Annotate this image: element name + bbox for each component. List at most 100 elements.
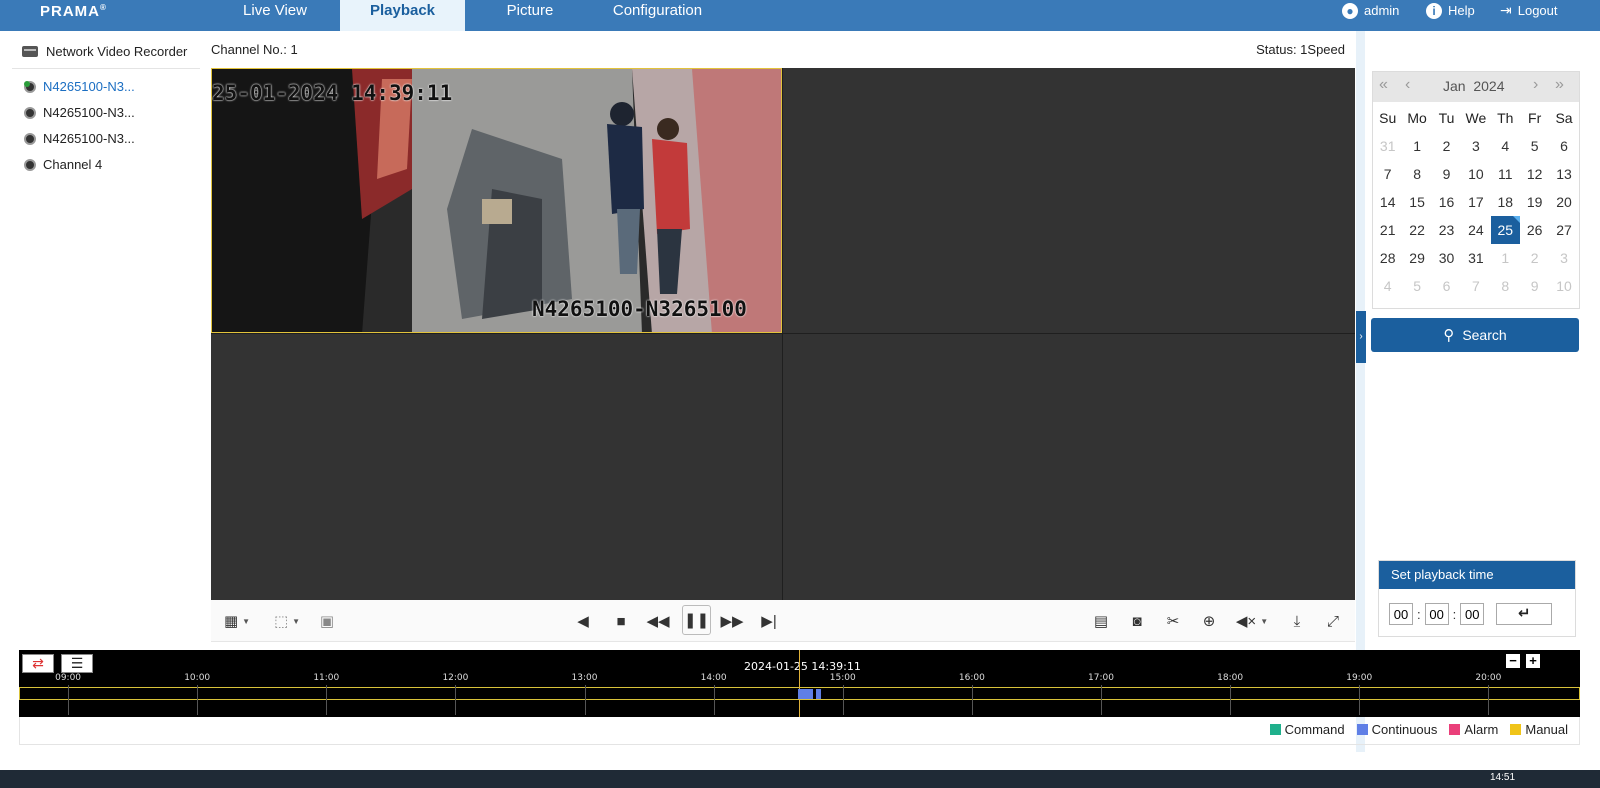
calendar-day[interactable]: 30	[1432, 244, 1461, 272]
calendar-day[interactable]: 14	[1373, 188, 1402, 216]
calendar-day[interactable]: 7	[1373, 160, 1402, 188]
slow-down-button[interactable]: ◀◀	[646, 610, 669, 632]
fullscreen-button[interactable]: ⤢	[1323, 610, 1343, 632]
recording-segment[interactable]	[815, 689, 821, 699]
tab-picture[interactable]: Picture	[480, 0, 580, 31]
timeline-tick-label: 14:00	[700, 673, 727, 683]
calendar-day[interactable]: 8	[1491, 272, 1520, 300]
single-frame-button[interactable]: ▶|	[759, 610, 779, 632]
speed-up-button[interactable]: ▶▶	[720, 610, 743, 632]
calendar-day[interactable]: 1	[1491, 244, 1520, 272]
calendar-day[interactable]: 22	[1402, 216, 1431, 244]
calendar-day[interactable]: 8	[1402, 160, 1431, 188]
help-link[interactable]: i Help	[1426, 0, 1475, 21]
calendar-day[interactable]: 1	[1402, 132, 1431, 160]
video-window-1[interactable]: 25-01-2024 14:39:11 N4265100-N3265100	[211, 68, 782, 333]
calendar-day[interactable]: 23	[1432, 216, 1461, 244]
prev-month-button[interactable]: ‹	[1405, 76, 1410, 94]
calendar-day[interactable]: 6	[1549, 132, 1578, 160]
capture-button[interactable]: ◙	[1127, 610, 1147, 632]
calendar-day[interactable]: 7	[1461, 272, 1490, 300]
calendar-day[interactable]: 4	[1491, 132, 1520, 160]
video-window-2[interactable]	[784, 68, 1355, 333]
pause-button[interactable]: ❚❚	[682, 605, 711, 635]
calendar-day[interactable]: 25	[1490, 216, 1521, 244]
calendar-day[interactable]: 12	[1520, 160, 1549, 188]
timeline-bar[interactable]: ⇄ ☰ 2024-01-25 14:39:11 − + 09:00 10:00 11…	[19, 650, 1580, 717]
clipping-button[interactable]: ✂	[1163, 610, 1183, 632]
calendar-day[interactable]: 3	[1549, 244, 1578, 272]
calendar-day[interactable]: 11	[1491, 160, 1520, 188]
timeline-cursor[interactable]	[799, 650, 800, 717]
calendar-day[interactable]: 19	[1520, 188, 1549, 216]
calendar-day[interactable]: 24	[1461, 216, 1490, 244]
calendar-day[interactable]: 3	[1461, 132, 1490, 160]
timeline-sync-button[interactable]: ⇄	[22, 654, 54, 673]
second-input[interactable]	[1460, 603, 1485, 625]
calendar-day[interactable]: 21	[1373, 216, 1402, 244]
play-reverse-icon: ◀	[577, 613, 589, 630]
timeline-zoom-out-button[interactable]: −	[1506, 654, 1520, 668]
search-button[interactable]: ⚲ Search	[1371, 318, 1579, 352]
calendar-day[interactable]: 29	[1402, 244, 1431, 272]
calendar-day[interactable]: 9	[1432, 160, 1461, 188]
calendar-day[interactable]: 10	[1461, 160, 1490, 188]
reverse-play-button[interactable]: ◀	[573, 610, 593, 632]
calendar-day[interactable]: 4	[1373, 272, 1402, 300]
video-window-4[interactable]	[784, 335, 1355, 600]
window-split-button[interactable]: ⬚ ▼	[269, 610, 305, 632]
recording-segment[interactable]	[797, 689, 814, 699]
download-button[interactable]: ⤓	[1287, 610, 1307, 632]
audio-button[interactable]: ◀× ▼	[1235, 610, 1269, 632]
tab-configuration[interactable]: Configuration	[600, 0, 715, 31]
calendar-day[interactable]: 28	[1373, 244, 1402, 272]
clip-download-button[interactable]: ▤	[1091, 610, 1111, 632]
timeline-filter-button[interactable]: ☰	[61, 654, 93, 673]
enter-icon: ↵	[1517, 605, 1531, 622]
legend-label: Command	[1284, 722, 1345, 737]
stop-button[interactable]: ■	[611, 610, 631, 632]
calendar-day[interactable]: 27	[1549, 216, 1578, 244]
window-layout-button[interactable]: ▦ ▼	[219, 610, 255, 632]
logout-link[interactable]: ⇥ Logout	[1500, 0, 1558, 21]
calendar-day[interactable]: 10	[1549, 272, 1578, 300]
tree-item-channel-4[interactable]: Channel 4	[24, 157, 102, 172]
calendar-day[interactable]: 13	[1549, 160, 1578, 188]
tab-playback[interactable]: Playback	[340, 0, 465, 31]
calendar-day[interactable]: 31	[1373, 132, 1402, 160]
calendar-week-row: 4 5 6 7 8 9 10	[1373, 272, 1579, 300]
calendar-day[interactable]: 26	[1520, 216, 1549, 244]
tab-live-view[interactable]: Live View	[225, 0, 325, 31]
calendar-day[interactable]: 16	[1432, 188, 1461, 216]
calendar-day[interactable]: 17	[1461, 188, 1490, 216]
calendar-day[interactable]: 20	[1549, 188, 1578, 216]
video-window-3[interactable]	[211, 335, 782, 600]
hour-input[interactable]	[1389, 603, 1413, 625]
tree-item-label: Channel 4	[43, 157, 103, 172]
collapse-panel-button[interactable]: ›	[1356, 311, 1366, 363]
confirm-time-button[interactable]: ↵	[1496, 603, 1553, 625]
fullscreen-icon: ⤢	[1326, 612, 1339, 630]
calendar-header: « ‹ Jan 2024 › »	[1373, 72, 1579, 102]
tree-item-channel-2[interactable]: N4265100-N3...	[24, 105, 135, 120]
calendar-day[interactable]: 31	[1461, 244, 1490, 272]
sync-playback-button[interactable]: ▣	[317, 610, 337, 632]
tree-item-channel-1[interactable]: N4265100-N3...	[24, 79, 135, 94]
next-month-button[interactable]: ›	[1533, 76, 1538, 94]
calendar-day[interactable]: 15	[1402, 188, 1431, 216]
prev-year-button[interactable]: «	[1379, 76, 1388, 94]
calendar-day[interactable]: 6	[1432, 272, 1461, 300]
digital-zoom-button[interactable]: ⊕	[1199, 610, 1219, 632]
calendar-day[interactable]: 5	[1520, 132, 1549, 160]
tree-item-channel-3[interactable]: N4265100-N3...	[24, 131, 135, 146]
calendar-day[interactable]: 18	[1491, 188, 1520, 216]
user-menu[interactable]: ● admin	[1342, 0, 1399, 21]
timeline-zoom-in-button[interactable]: +	[1526, 654, 1540, 668]
minute-input[interactable]	[1424, 603, 1449, 625]
tree-root-nvr[interactable]: Network Video Recorder	[22, 44, 187, 59]
calendar-day[interactable]: 2	[1432, 132, 1461, 160]
calendar-day[interactable]: 2	[1520, 244, 1549, 272]
next-year-button[interactable]: »	[1555, 76, 1564, 94]
calendar-day[interactable]: 5	[1402, 272, 1431, 300]
calendar-day[interactable]: 9	[1520, 272, 1549, 300]
